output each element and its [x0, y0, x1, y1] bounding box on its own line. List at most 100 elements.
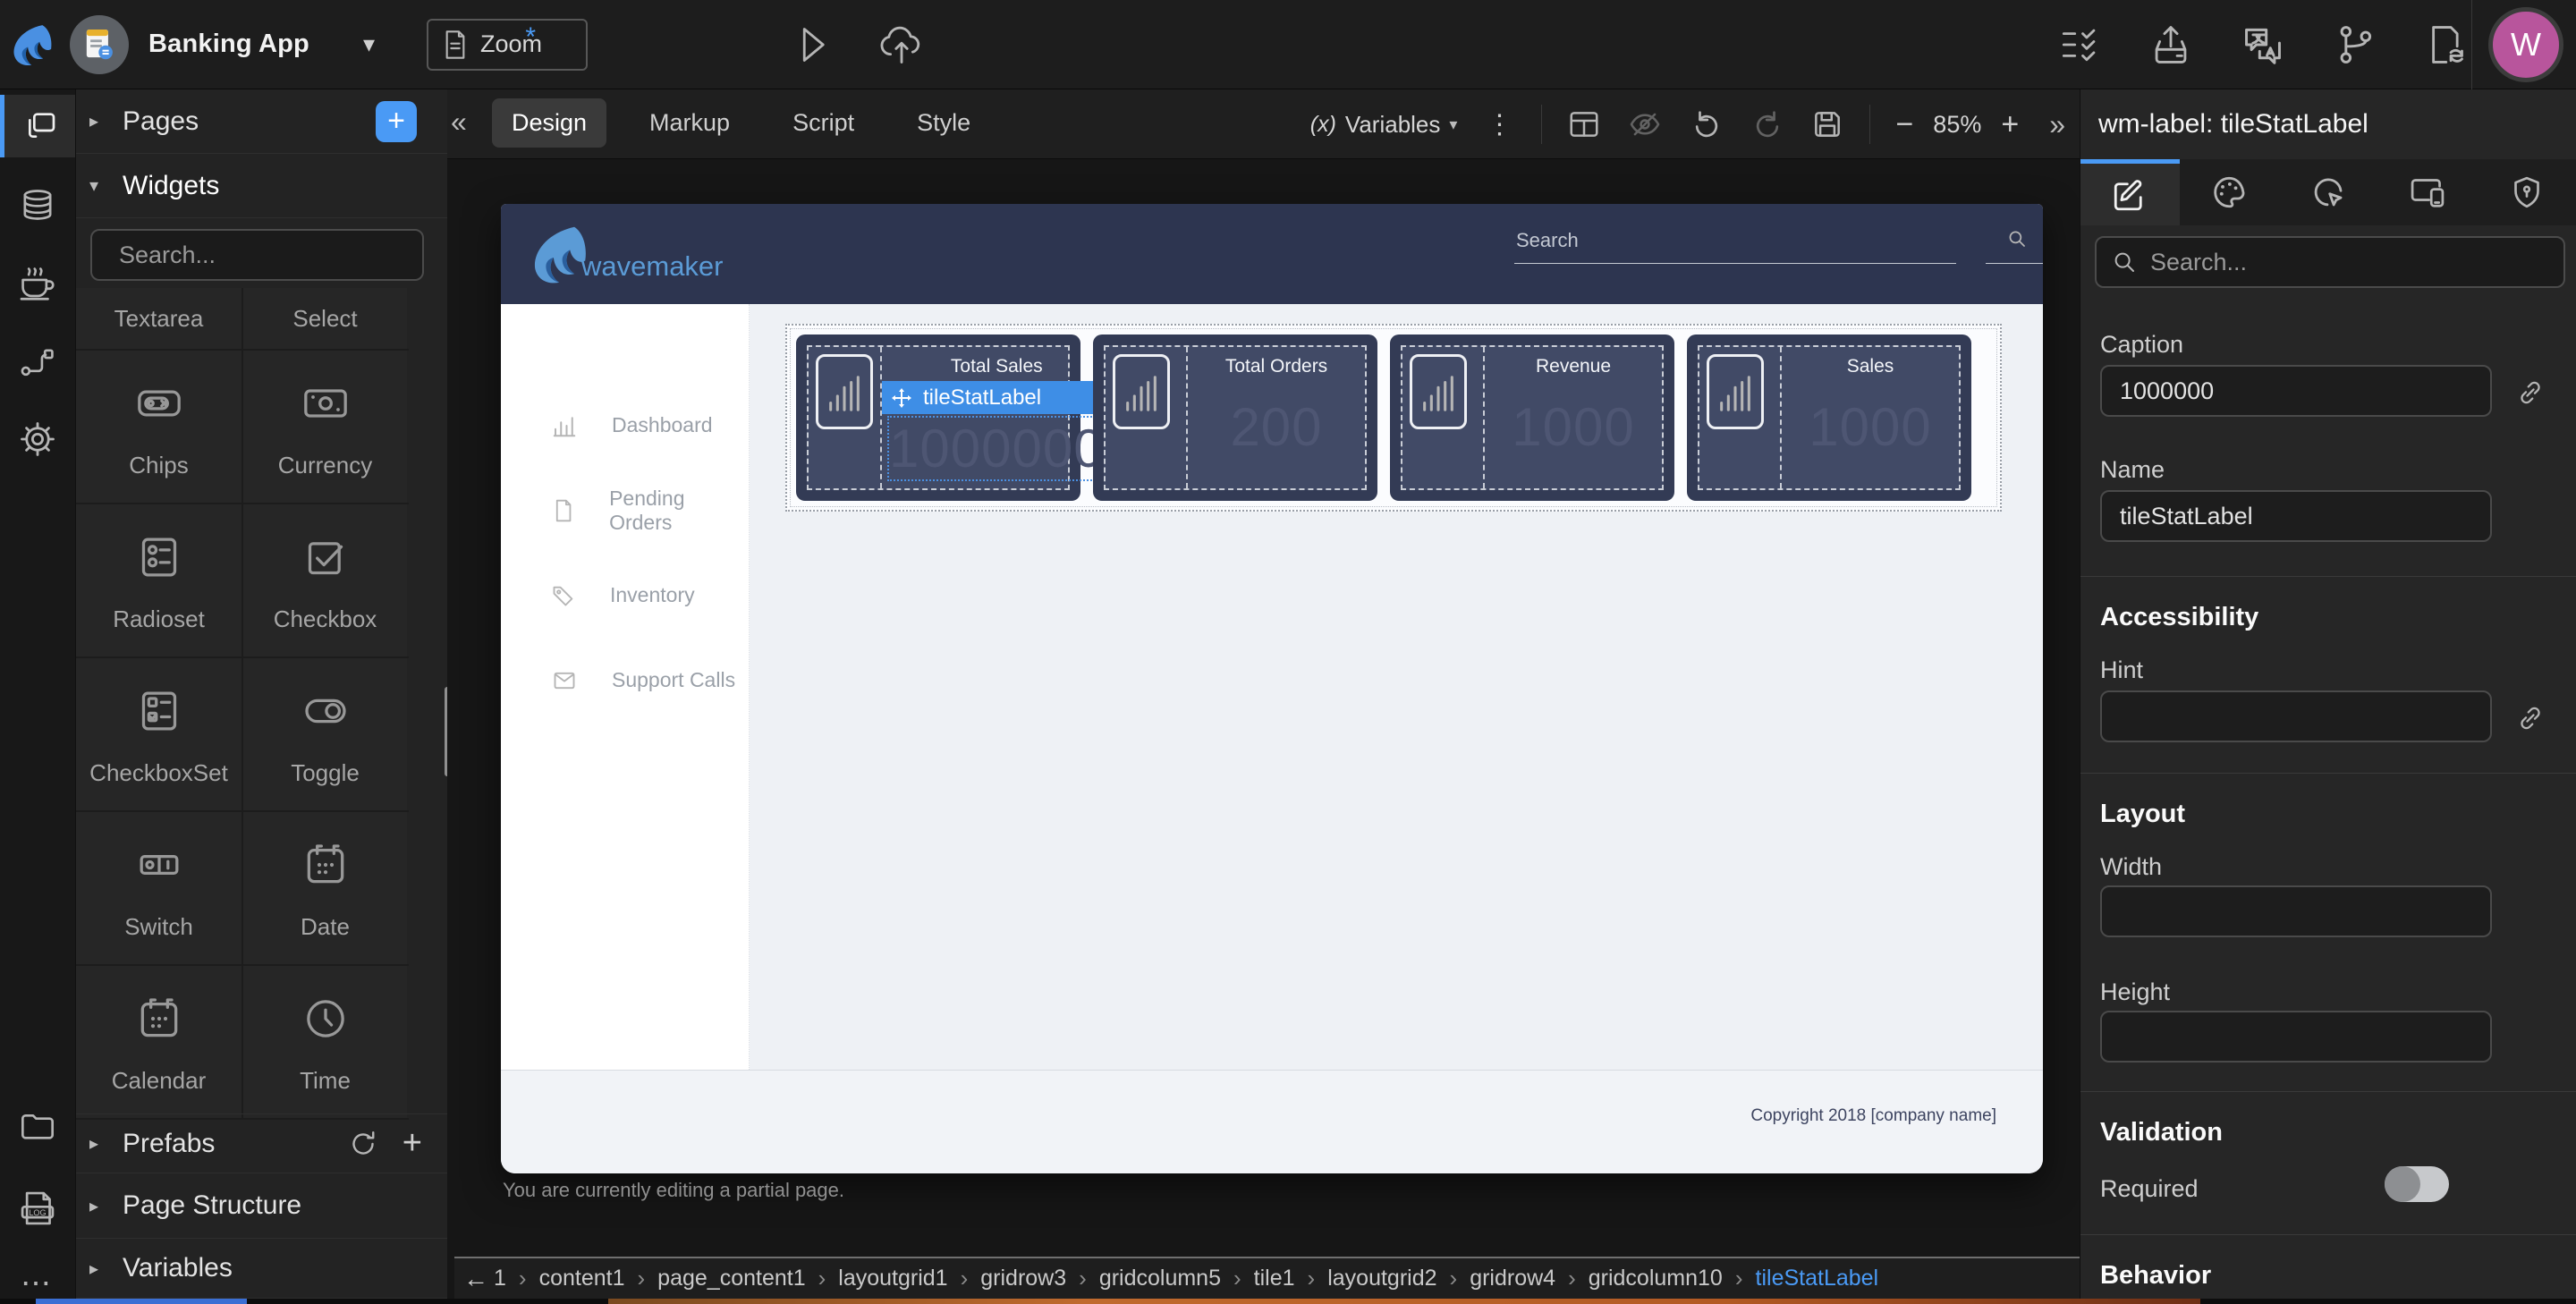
- tile-content-column[interactable]: Total Sales tileStatLabel 1000000: [882, 347, 1112, 488]
- rail-more-icon[interactable]: ⋯: [0, 1252, 75, 1304]
- zoom-in-button[interactable]: +: [2001, 107, 2019, 142]
- widget-item-chips[interactable]: Chips: [76, 351, 242, 503]
- tab-style[interactable]: Style: [897, 98, 990, 148]
- widget-search-input[interactable]: [119, 241, 436, 269]
- name-input[interactable]: [2100, 490, 2492, 542]
- page-structure-caret-icon[interactable]: ▸: [76, 1195, 112, 1217]
- page-search-field[interactable]: [1514, 224, 1956, 264]
- properties-search-input[interactable]: [2150, 249, 2549, 276]
- tile-icon-column[interactable]: [1402, 347, 1485, 488]
- tab-devices[interactable]: [2377, 159, 2477, 225]
- tile-bar-chart-icon[interactable]: [816, 354, 873, 429]
- required-toggle[interactable]: [2385, 1166, 2449, 1202]
- page-search-input[interactable]: [1514, 224, 1956, 264]
- widget-item-textarea[interactable]: Textarea: [76, 288, 242, 349]
- tile-stat-value[interactable]: 1000: [1809, 396, 1931, 458]
- tile-stat-value[interactable]: 200: [1230, 396, 1322, 458]
- widget-item-checkbox[interactable]: Checkbox: [242, 504, 407, 656]
- undo-icon[interactable]: [1689, 106, 1724, 142]
- widget-item-calendar[interactable]: Calendar: [76, 966, 242, 1118]
- tab-security[interactable]: [2477, 159, 2576, 225]
- variables-dropdown[interactable]: (x) Variables ▾: [1310, 111, 1458, 139]
- tile-title[interactable]: Total Sales: [951, 356, 1043, 377]
- breadcrumb-item[interactable]: gridrow3: [980, 1266, 1066, 1291]
- page-header-navbar[interactable]: wavemaker: [501, 204, 2043, 304]
- tab-markup[interactable]: Markup: [630, 98, 750, 148]
- tab-properties-edit[interactable]: [2080, 159, 2180, 225]
- tile-content-column[interactable]: Revenue 1000: [1485, 347, 1662, 488]
- variables-caret-icon[interactable]: ▸: [76, 1257, 112, 1280]
- rail-folder-icon[interactable]: [0, 1095, 75, 1157]
- export-artifact-icon[interactable]: [2150, 24, 2191, 65]
- deploy-cloud-upload-icon[interactable]: [879, 24, 924, 65]
- widget-item-radioset[interactable]: Radioset: [76, 504, 242, 656]
- collapse-left-panel-icon[interactable]: «: [451, 106, 467, 139]
- tile-bar-chart-icon[interactable]: [1707, 354, 1764, 429]
- widgets-caret-icon[interactable]: ▾: [76, 174, 112, 197]
- breadcrumb-item[interactable]: content1: [539, 1266, 625, 1291]
- pages-caret-icon[interactable]: ▸: [76, 110, 112, 132]
- page-structure-section-header[interactable]: ▸ Page Structure: [76, 1173, 447, 1239]
- more-options-kebab-icon[interactable]: ⋮: [1482, 109, 1516, 140]
- breadcrumb-back-icon[interactable]: ←: [463, 1265, 488, 1293]
- nav-item-pending-orders[interactable]: Pending Orders: [501, 468, 749, 553]
- prefabs-section-header[interactable]: ▸ Prefabs +: [76, 1113, 447, 1173]
- translate-icon[interactable]: [2241, 23, 2284, 66]
- tile-bar-chart-icon[interactable]: [1410, 354, 1467, 429]
- design-canvas-page[interactable]: wavemaker Dashboard Pendin: [501, 204, 2043, 1173]
- breadcrumb-item[interactable]: gridcolumn10: [1589, 1266, 1723, 1291]
- tab-styles[interactable]: [2180, 159, 2279, 225]
- bind-caption-link-icon[interactable]: [2515, 377, 2546, 408]
- nav-item-inventory[interactable]: Inventory: [501, 553, 749, 638]
- breadcrumb-item[interactable]: layoutgrid1: [838, 1266, 947, 1291]
- project-name[interactable]: Banking App: [148, 30, 309, 59]
- tile-title[interactable]: Total Orders: [1225, 356, 1327, 377]
- checklist-icon[interactable]: [2059, 24, 2100, 65]
- tab-script[interactable]: Script: [773, 98, 874, 148]
- tile-title[interactable]: Sales: [1847, 356, 1894, 377]
- page-content-area[interactable]: Total Sales tileStatLabel 1000000: [750, 304, 2043, 1070]
- rail-java-services-icon[interactable]: [0, 252, 75, 315]
- variables-section-header[interactable]: ▸ Variables: [76, 1239, 447, 1299]
- redo-icon[interactable]: [1750, 106, 1785, 142]
- user-avatar[interactable]: W: [2488, 7, 2563, 82]
- prefabs-caret-icon[interactable]: ▸: [76, 1132, 112, 1155]
- breadcrumb-item[interactable]: page_content1: [657, 1266, 805, 1291]
- selected-widget-tag[interactable]: tileStatLabel: [882, 381, 1112, 414]
- tile-total-orders[interactable]: Total Orders 200: [1093, 334, 1377, 501]
- move-handle-icon[interactable]: [891, 387, 912, 409]
- rail-logs-icon[interactable]: LOG: [0, 1177, 75, 1240]
- project-chevron-down-icon[interactable]: ▾: [363, 30, 375, 58]
- run-preview-icon[interactable]: [793, 24, 831, 65]
- tile-content-column[interactable]: Sales 1000: [1782, 347, 1959, 488]
- hint-input[interactable]: [2100, 690, 2492, 742]
- breadcrumb-item[interactable]: tile1: [1254, 1266, 1295, 1291]
- selected-widget-name[interactable]: tileStatLabel: [923, 385, 1041, 411]
- tile-icon-column[interactable]: [1106, 347, 1188, 488]
- tile-sales[interactable]: Sales 1000: [1687, 334, 1971, 501]
- breadcrumb-item[interactable]: layoutgrid2: [1327, 1266, 1436, 1291]
- widget-item-currency[interactable]: Currency: [242, 351, 407, 503]
- layout-panes-icon[interactable]: [1567, 107, 1601, 141]
- bind-hint-link-icon[interactable]: [2515, 703, 2546, 733]
- pages-section-header[interactable]: ▸ Pages +: [76, 89, 447, 154]
- properties-search-box[interactable]: [2095, 236, 2565, 288]
- add-page-button[interactable]: +: [376, 101, 417, 142]
- caption-input[interactable]: [2100, 365, 2492, 417]
- widget-search-box[interactable]: [90, 229, 424, 281]
- add-prefab-icon[interactable]: +: [402, 1124, 422, 1163]
- widgets-section-header[interactable]: ▾ Widgets: [76, 154, 447, 218]
- refresh-prefabs-icon[interactable]: [347, 1128, 379, 1160]
- hide-widgets-eye-off-icon[interactable]: [1626, 107, 1664, 141]
- file-sync-icon[interactable]: [2424, 23, 2465, 66]
- nav-item-dashboard[interactable]: Dashboard: [501, 383, 749, 468]
- active-page-selector[interactable]: Zoom *: [427, 19, 588, 71]
- breadcrumb-item[interactable]: gridcolumn5: [1099, 1266, 1221, 1291]
- breadcrumb-item-active[interactable]: tileStatLabel: [1756, 1266, 1879, 1291]
- widget-item-switch[interactable]: Switch: [76, 812, 242, 964]
- save-icon[interactable]: [1810, 107, 1844, 141]
- widget-item-select[interactable]: Select: [242, 288, 407, 349]
- nav-item-support-calls[interactable]: Support Calls: [501, 638, 749, 723]
- tile-stat-value[interactable]: 1000000: [889, 418, 1105, 479]
- rail-apis-icon[interactable]: [0, 331, 75, 394]
